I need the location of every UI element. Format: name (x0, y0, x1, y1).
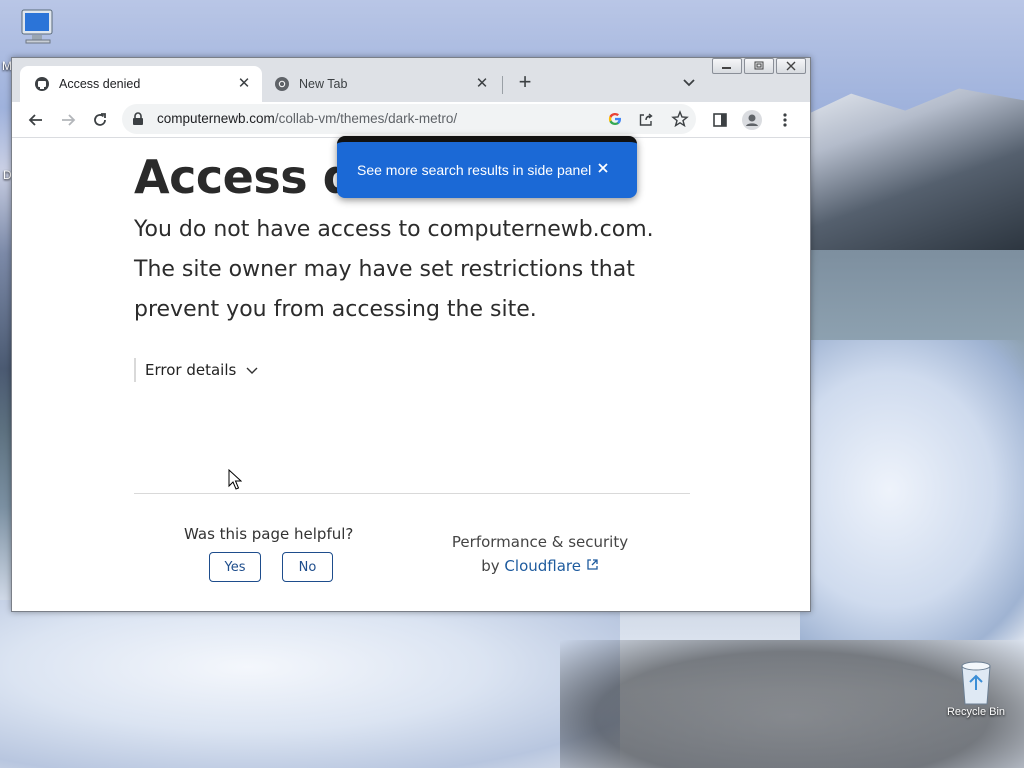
recycle-bin-icon (961, 661, 991, 705)
page-content: Access denied You do not have access to … (12, 138, 810, 611)
more-vert-icon (783, 113, 787, 127)
side-panel-button[interactable] (710, 110, 730, 130)
reload-icon (94, 113, 106, 126)
tab-search-chevron-icon[interactable] (680, 73, 698, 91)
minimize-button[interactable] (712, 58, 742, 74)
url-path: /collab-vm/themes/dark-metro/ (274, 111, 458, 126)
error-message: You do not have access to computernewb.c… (134, 210, 674, 330)
tab-title: Access denied (59, 77, 141, 91)
url-host: computernewb.com (157, 111, 275, 126)
desktop-icon-recycle-bin[interactable]: Recycle Bin (940, 660, 1012, 718)
back-button[interactable] (26, 110, 46, 130)
popup-message: See more search results in side panel (357, 162, 592, 178)
tab-close-icon[interactable]: ✕ (236, 76, 252, 92)
desktop-wallpaper-ice-foreground (0, 600, 620, 768)
recycle-bin-label: Recycle Bin (946, 706, 1006, 718)
tab-title: New Tab (299, 77, 348, 91)
address-bar[interactable]: computernewb.com/collab-vm/themes/dark-m… (122, 104, 696, 134)
chevron-down-icon (246, 367, 258, 374)
tab-strip: Access denied ✕ New Tab ✕ + (12, 58, 810, 102)
side-panel-promo-popup: See more search results in side panel (337, 136, 637, 198)
share-icon[interactable] (638, 111, 654, 127)
cloudflare-link-text: Cloudflare (504, 557, 581, 575)
popup-close-icon[interactable] (595, 160, 611, 176)
cloudflare-credit-line: by Cloudflare (442, 554, 638, 578)
restore-icon (754, 61, 764, 70)
yes-button[interactable]: Yes (209, 552, 261, 582)
performance-credit: Performance & security by Cloudflare (442, 530, 638, 578)
browser-toolbar: computernewb.com/collab-vm/themes/dark-m… (12, 102, 810, 138)
site-favicon-icon (35, 77, 49, 91)
footer-divider (134, 493, 690, 494)
url-text[interactable]: computernewb.com/collab-vm/themes/dark-m… (157, 111, 457, 126)
side-panel-icon (713, 113, 727, 127)
lock-icon[interactable] (132, 112, 144, 126)
maximize-button[interactable] (744, 58, 774, 74)
computer-icon (21, 9, 53, 44)
tab-new-tab[interactable]: New Tab ✕ (264, 66, 500, 102)
profile-button[interactable] (742, 110, 762, 130)
close-window-button[interactable] (776, 58, 806, 74)
tab-close-icon[interactable]: ✕ (474, 76, 490, 92)
error-details-toggle[interactable]: Error details (134, 358, 259, 382)
performance-label: Performance & security (451, 533, 629, 551)
forward-arrow-icon (62, 114, 76, 126)
feedback-question: Was this page helpful? (184, 525, 354, 543)
external-link-icon (587, 559, 598, 570)
menu-button[interactable] (775, 110, 795, 130)
desktop-wallpaper-mountain (808, 88, 1024, 250)
cloudflare-link[interactable]: Cloudflare (504, 557, 598, 575)
by-label: by (481, 557, 500, 575)
chrome-icon (275, 77, 289, 91)
error-line-2: The site owner may have set restrictions… (134, 257, 635, 322)
error-line-1: You do not have access to computernewb.c… (134, 217, 654, 242)
forward-button[interactable] (58, 110, 78, 130)
desktop-icon-computer[interactable] (14, 8, 62, 52)
reload-button[interactable] (90, 110, 110, 130)
back-arrow-icon (28, 114, 42, 126)
google-g-icon[interactable] (607, 111, 623, 127)
error-details-label: Error details (145, 361, 237, 379)
bookmark-star-icon[interactable] (671, 110, 689, 128)
minimize-icon (722, 67, 731, 69)
window-controls (712, 58, 806, 74)
no-button[interactable]: No (282, 552, 333, 582)
desktop-wallpaper-ice (800, 340, 1024, 640)
new-tab-plus-icon[interactable]: + (514, 71, 536, 93)
tab-separator (502, 76, 503, 94)
profile-avatar-icon (742, 110, 762, 130)
mouse-cursor-icon (228, 469, 242, 490)
close-icon (786, 61, 796, 71)
tab-access-denied[interactable]: Access denied ✕ (20, 66, 262, 102)
